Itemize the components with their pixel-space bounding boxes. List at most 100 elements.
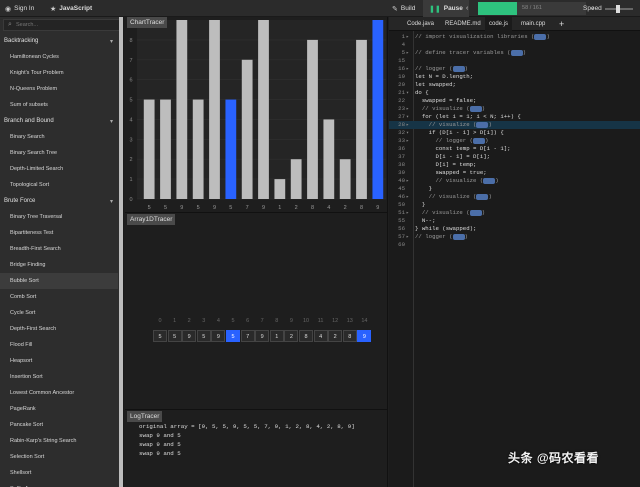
add-tab-button[interactable]: +	[555, 17, 568, 31]
sidebar-item[interactable]: Topological Sort	[0, 177, 118, 193]
code-text-content: }	[415, 185, 433, 192]
language-selector[interactable]: ★ JavaScript	[50, 0, 92, 17]
sidebar: ⌕ Backtracking ▾ Hamiltonean CyclesKnight'…	[0, 17, 124, 487]
fold-closed-icon[interactable]: ▸	[406, 105, 411, 113]
collapsed-block-badge[interactable]	[510, 49, 523, 56]
speed-slider[interactable]	[605, 5, 633, 13]
tab-README-md[interactable]: README.md	[441, 17, 485, 31]
collapsed-block-badge[interactable]	[483, 177, 496, 184]
tab-main-cpp[interactable]: main.cpp	[517, 17, 549, 31]
code-text-content: // import visualization libraries	[415, 33, 528, 40]
code-text-content: } while (swapped);	[415, 225, 477, 232]
sidebar-item[interactable]: N-Queens Problem	[0, 81, 118, 97]
fold-open-icon[interactable]: ▾	[406, 89, 411, 97]
fold-closed-icon[interactable]: ▸	[406, 33, 411, 41]
x-tick-label: 5	[164, 205, 167, 211]
code-text-content: if (D[i - 1] > D[i]) {	[415, 129, 504, 136]
collapsed-block-badge[interactable]	[469, 209, 482, 216]
array-cell: 5	[153, 330, 167, 342]
fold-closed-icon[interactable]: ▸	[406, 233, 411, 241]
sidebar-item[interactable]: Bridge Finding	[0, 257, 118, 273]
pause-icon: ❚❚	[429, 5, 441, 13]
chart-bar	[176, 20, 188, 199]
search-input[interactable]	[16, 20, 120, 30]
chart-tracer-title: ChartTracer	[127, 17, 168, 28]
tab-code-js[interactable]: code.js	[485, 17, 513, 31]
code-line: 28 ▸ // visualize ()	[389, 121, 640, 129]
chart-bar	[372, 20, 384, 199]
sidebar-item[interactable]: Selection Sort	[0, 449, 118, 465]
sidebar-item[interactable]: Sum of subsets	[0, 97, 118, 113]
sidebar-item[interactable]: Heapsort	[0, 353, 118, 369]
collapsed-block-badge[interactable]	[452, 233, 465, 240]
sidebar-item[interactable]: Shellsort	[0, 465, 118, 481]
category-header[interactable]: Branch and Bound ▾	[0, 113, 118, 129]
fold-closed-icon[interactable]: ▸	[406, 121, 411, 129]
sidebar-item[interactable]: Binary Search	[0, 129, 118, 145]
fold-closed-icon[interactable]: ▸	[406, 193, 411, 201]
prev-step-button[interactable]: ‹	[466, 0, 468, 17]
sidebar-item[interactable]: Flood Fill	[0, 337, 118, 353]
line-number: 39	[398, 169, 405, 176]
sidebar-item[interactable]: PageRank	[0, 401, 118, 417]
x-tick-label: 8	[360, 205, 363, 211]
collapsed-block-badge[interactable]	[473, 137, 486, 144]
code-text: let N = D.length;	[415, 73, 473, 81]
tab-Code-java[interactable]: Code.java	[403, 17, 438, 31]
sidebar-item[interactable]: Suffix Array	[0, 481, 118, 487]
x-tick-label: 9	[376, 205, 379, 211]
code-line: 38 D[i] = temp;	[389, 161, 640, 169]
array-cell: 9	[255, 330, 270, 342]
fold-closed-icon[interactable]: ▸	[406, 177, 411, 185]
sidebar-item[interactable]: Binary Search Tree	[0, 145, 118, 161]
sidebar-item[interactable]: Comb Sort	[0, 289, 118, 305]
array-cell: 5	[196, 330, 211, 342]
sidebar-item[interactable]: Depth-First Search	[0, 321, 118, 337]
sidebar-item[interactable]: Bubble Sort	[0, 273, 118, 289]
speed-slider-handle[interactable]	[615, 5, 620, 13]
sidebar-item[interactable]: Rabin-Karp's String Search	[0, 433, 118, 449]
collapsed-block-badge[interactable]	[452, 65, 465, 72]
array-tracer-panel: Array1DTracer 0 1 2 3 4 5 6 7 8 9 10 11 12 13 14 5 5 9 5 9 5…	[125, 214, 388, 410]
search-box[interactable]: ⌕	[3, 19, 121, 31]
category-header[interactable]: Backtracking ▾	[0, 33, 118, 49]
collapsed-block-badge[interactable]	[476, 121, 489, 128]
line-number: 60	[398, 241, 405, 248]
array-index: 8	[275, 318, 279, 324]
sidebar-item[interactable]: Knight's Tour Problem	[0, 65, 118, 81]
sidebar-item[interactable]: Bipartiteness Test	[0, 225, 118, 241]
watermark: 头条 @码农看看	[508, 451, 600, 465]
fold-closed-icon[interactable]: ▸	[406, 65, 411, 73]
sign-in-button[interactable]: ◉ Sign In	[5, 0, 34, 17]
sidebar-item[interactable]: Hamiltonean Cycles	[0, 49, 118, 65]
collapsed-block-badge[interactable]	[476, 193, 489, 200]
line-number: 19	[398, 73, 405, 80]
code-line: 39 swapped = true;	[389, 169, 640, 177]
code-line: 37 D[i - 1] = D[i];	[389, 153, 640, 161]
fold-open-icon[interactable]: ▾	[406, 113, 411, 121]
fold-closed-icon[interactable]: ▸	[406, 49, 411, 57]
collapsed-block-badge[interactable]	[534, 33, 547, 40]
sidebar-item[interactable]: Lowest Common Ancestor	[0, 385, 118, 401]
sidebar-scrollbar[interactable]	[119, 17, 123, 487]
sidebar-item[interactable]: Pancake Sort	[0, 417, 118, 433]
pause-button[interactable]: ❚❚ Pause	[423, 0, 469, 17]
collapsed-block-badge[interactable]	[469, 105, 482, 112]
sidebar-item[interactable]: Depth-Limited Search	[0, 161, 118, 177]
category-header[interactable]: Brute Force ▾	[0, 193, 118, 209]
sidebar-item[interactable]: Breadth-First Search	[0, 241, 118, 257]
sidebar-scroll-thumb[interactable]	[119, 17, 123, 487]
fold-open-icon[interactable]: ▾	[406, 129, 411, 137]
sidebar-item[interactable]: Binary Tree Traversal	[0, 209, 118, 225]
sidebar-item[interactable]: Insertion Sort	[0, 369, 118, 385]
code-line: 16 ▸ // logger ()	[389, 65, 640, 73]
progress-bar[interactable]: 58 / 161	[478, 2, 586, 15]
code-text: // import visualization libraries ()	[415, 33, 550, 40]
y-tick-label: 7	[129, 58, 132, 64]
code-text-content: let N = D.length;	[415, 73, 474, 80]
fold-closed-icon[interactable]: ▸	[406, 209, 411, 217]
build-button[interactable]: ✎ Build	[392, 0, 415, 17]
sidebar-item[interactable]: Cycle Sort	[0, 305, 118, 321]
code-line: 15	[389, 57, 640, 65]
fold-closed-icon[interactable]: ▸	[406, 137, 411, 145]
